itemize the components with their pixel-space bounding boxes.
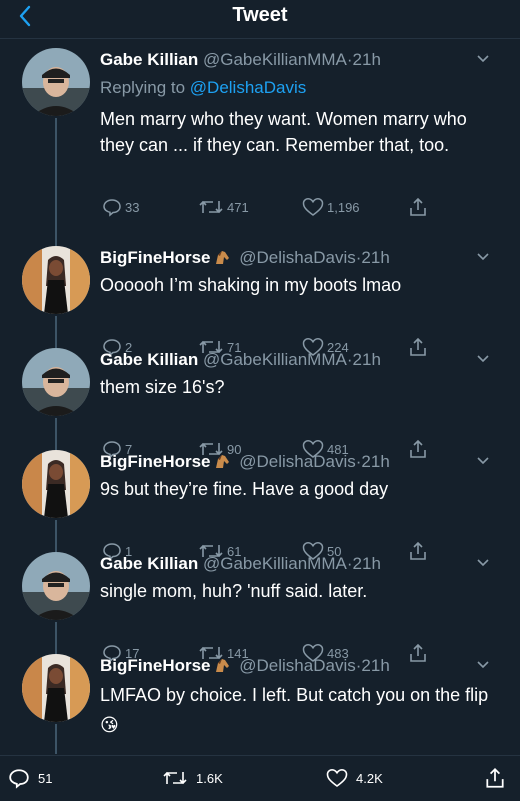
chevron-down-icon[interactable] bbox=[476, 54, 490, 64]
timestamp[interactable]: 21h bbox=[361, 656, 389, 675]
tweet-3[interactable]: BigFineHorse @DelishaDavis·21h 9s but th… bbox=[0, 440, 520, 561]
chevron-down-icon[interactable] bbox=[476, 558, 490, 568]
avatar-bigfinehorse[interactable] bbox=[22, 246, 90, 314]
display-name[interactable]: Gabe Killian bbox=[100, 350, 198, 369]
tweet-text: 9s but they’re fine. Have a good day bbox=[100, 479, 389, 499]
tweet-text: single mom, huh? 'nuff said. later. bbox=[100, 581, 368, 601]
thread-line bbox=[55, 644, 57, 654]
user-handle[interactable]: @DelishaDavis bbox=[239, 452, 355, 471]
tweet-4[interactable]: Gabe Killian @GabeKillianMMA·21h single … bbox=[0, 542, 520, 663]
bottom-reply-count: 51 bbox=[38, 770, 53, 786]
timestamp[interactable]: 21h bbox=[353, 50, 381, 69]
retweet-icon bbox=[199, 200, 223, 214]
retweet-button[interactable]: 471 bbox=[198, 196, 249, 218]
thread-line bbox=[55, 316, 57, 338]
thread-line bbox=[55, 338, 57, 348]
bottom-retweet-count: 1.6K bbox=[196, 770, 223, 786]
replying-to-link[interactable]: @DelishaDavis bbox=[190, 78, 306, 97]
user-handle[interactable]: @GabeKillianMMA bbox=[203, 50, 347, 69]
avatar-gabe[interactable] bbox=[22, 48, 90, 116]
display-name[interactable]: BigFineHorse bbox=[100, 656, 211, 675]
bottom-retweet-button[interactable]: 1.6K bbox=[162, 766, 223, 790]
chevron-down-icon[interactable] bbox=[476, 456, 490, 466]
chevron-down-icon[interactable] bbox=[476, 660, 490, 670]
tweet-text: Men marry who they want. Women marry who… bbox=[100, 109, 467, 155]
reply-icon bbox=[9, 769, 29, 789]
top-bar: Tweet bbox=[0, 0, 520, 39]
display-name[interactable]: BigFineHorse bbox=[100, 248, 211, 267]
avatar-bigfinehorse[interactable] bbox=[22, 450, 90, 518]
tweet-header: BigFineHorse @DelishaDavis·21h bbox=[100, 450, 480, 474]
bottom-action-bar: 51 1.6K 4.2K bbox=[0, 755, 520, 801]
tweet-header: BigFineHorse @DelishaDavis·21h bbox=[100, 246, 480, 270]
tweet-text: Oooooh I’m shaking in my boots lmao bbox=[100, 275, 402, 295]
chevron-down-icon[interactable] bbox=[476, 252, 490, 262]
display-name[interactable]: BigFineHorse bbox=[100, 452, 211, 471]
horse-emoji-icon bbox=[215, 659, 229, 672]
reply-icon bbox=[103, 199, 121, 217]
reply-count: 33 bbox=[125, 199, 140, 215]
user-handle[interactable]: @DelishaDavis bbox=[239, 248, 355, 267]
thread-line bbox=[55, 724, 57, 754]
tweet-text: them size 16's? bbox=[100, 377, 225, 397]
tweet-header: BigFineHorse @DelishaDavis·21h bbox=[100, 654, 480, 678]
timestamp[interactable]: 21h bbox=[353, 350, 381, 369]
thread-line bbox=[55, 236, 57, 246]
retweet-count: 471 bbox=[227, 199, 249, 215]
display-name[interactable]: Gabe Killian bbox=[100, 50, 198, 69]
bottom-reply-button[interactable]: 51 bbox=[8, 766, 52, 790]
timestamp[interactable]: 21h bbox=[353, 554, 381, 573]
heart-icon bbox=[326, 768, 348, 787]
page-title: Tweet bbox=[232, 4, 288, 26]
tweet-5[interactable]: BigFineHorse @DelishaDavis·21h LMFAO by … bbox=[0, 644, 520, 795]
replying-to-label: Replying to bbox=[100, 78, 190, 97]
tweet-0[interactable]: Gabe Killian @GabeKillianMMA·21h Replyin… bbox=[0, 38, 520, 236]
horse-emoji-icon bbox=[215, 251, 229, 264]
display-name[interactable]: Gabe Killian bbox=[100, 554, 198, 573]
user-handle[interactable]: @GabeKillianMMA bbox=[203, 554, 347, 573]
tweet-header: Gabe Killian @GabeKillianMMA·21h bbox=[100, 48, 480, 72]
avatar-bigfinehorse[interactable] bbox=[22, 654, 90, 722]
bottom-share-button[interactable] bbox=[484, 766, 506, 790]
bottom-like-count: 4.2K bbox=[356, 770, 383, 786]
share-icon bbox=[410, 197, 426, 216]
thread-line bbox=[55, 520, 57, 542]
thread-line bbox=[55, 118, 57, 236]
tweet-actions: 33 471 1,196 bbox=[100, 196, 440, 218]
share-button[interactable] bbox=[408, 196, 428, 218]
chevron-down-icon[interactable] bbox=[476, 354, 490, 364]
avatar-gabe[interactable] bbox=[22, 552, 90, 620]
like-button[interactable]: 1,196 bbox=[302, 196, 360, 218]
timestamp[interactable]: 21h bbox=[361, 248, 389, 267]
bottom-like-button[interactable]: 4.2K bbox=[326, 766, 383, 790]
replying-to: Replying to @DelishaDavis bbox=[100, 76, 306, 100]
tweet-2[interactable]: Gabe Killian @GabeKillianMMA·21h them si… bbox=[0, 338, 520, 459]
user-handle[interactable]: @DelishaDavis bbox=[239, 656, 355, 675]
retweet-icon bbox=[163, 771, 187, 785]
thread-line bbox=[55, 418, 57, 440]
horse-emoji-icon bbox=[215, 455, 229, 468]
thread-line bbox=[55, 542, 57, 552]
reply-button[interactable]: 33 bbox=[102, 196, 139, 218]
heart-icon bbox=[302, 198, 324, 216]
share-icon bbox=[486, 767, 504, 788]
like-count: 1,196 bbox=[327, 199, 360, 215]
thread-line bbox=[55, 622, 57, 644]
user-handle[interactable]: @GabeKillianMMA bbox=[203, 350, 347, 369]
avatar-gabe[interactable] bbox=[22, 348, 90, 416]
tweet-header: Gabe Killian @GabeKillianMMA·21h bbox=[100, 348, 480, 372]
timestamp[interactable]: 21h bbox=[361, 452, 389, 471]
tweet-text: LMFAO by choice. I left. But catch you o… bbox=[100, 685, 489, 735]
tweet-header: Gabe Killian @GabeKillianMMA·21h bbox=[100, 552, 480, 576]
thread-line bbox=[55, 440, 57, 450]
tweet-1[interactable]: BigFineHorse @DelishaDavis·21h Oooooh I’… bbox=[0, 236, 520, 357]
